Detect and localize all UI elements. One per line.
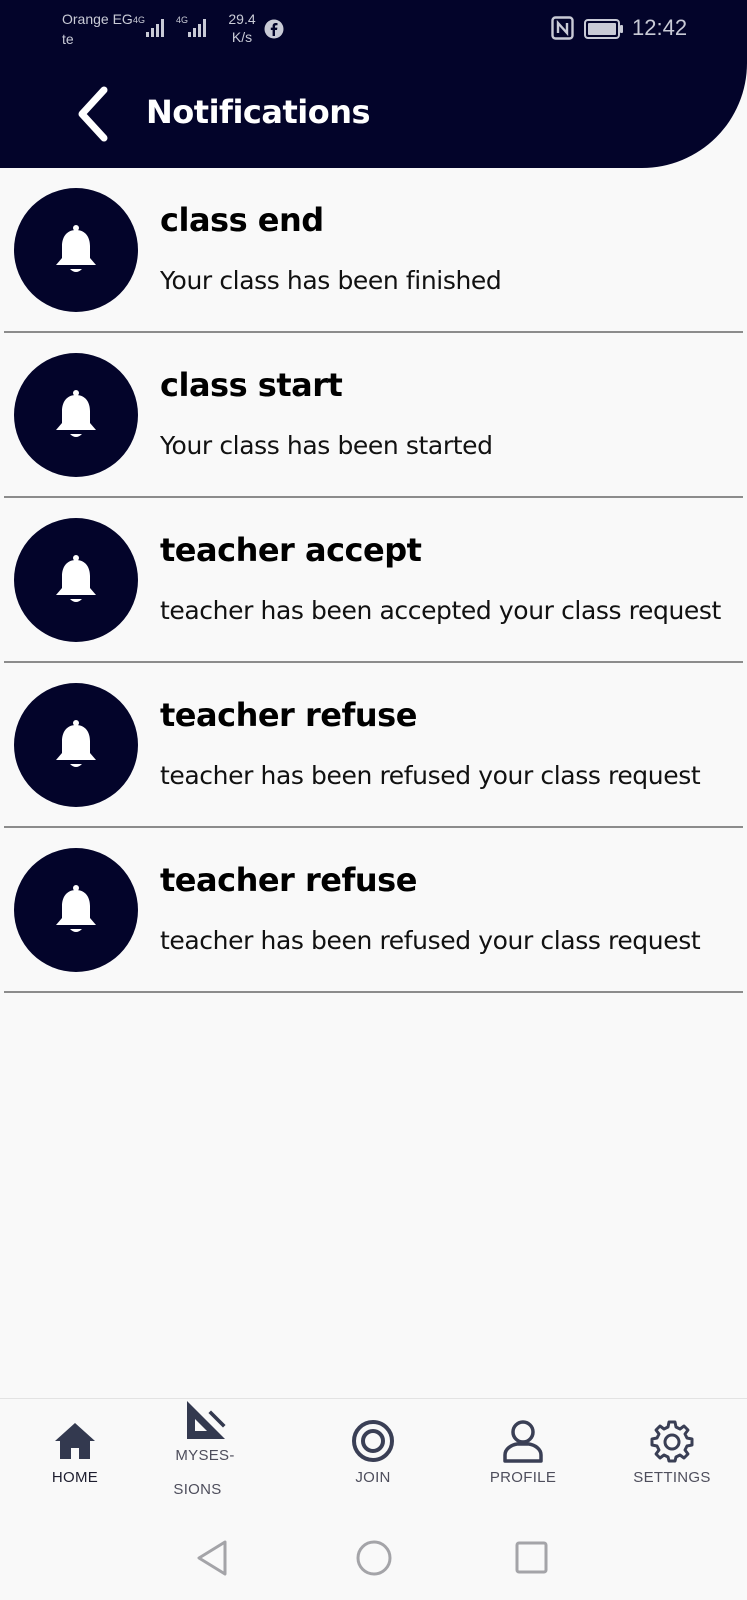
nav-mysessions-label-2: SIONS (173, 1481, 222, 1498)
svg-text:4G: 4G (176, 15, 188, 25)
svg-text:4G: 4G (133, 15, 145, 25)
recents-square-icon[interactable] (512, 1538, 552, 1578)
facebook-icon (264, 19, 284, 39)
signal-4g-icon: 4G (176, 15, 206, 37)
page-title: Notifications (146, 93, 371, 131)
notification-message: Your class has been finished (160, 266, 502, 295)
nav-profile[interactable]: PROFILE (463, 1399, 583, 1509)
system-navigation-bar (0, 1508, 747, 1600)
back-button[interactable] (70, 84, 120, 144)
app-header: Orange EG te 4G 4G 29.4 K/s 12:42 Notifi… (0, 0, 747, 168)
bell-icon (56, 555, 96, 602)
nav-profile-label: PROFILE (489, 1469, 557, 1486)
status-bar: Orange EG te 4G 4G 29.4 K/s 12:42 (0, 0, 747, 56)
nfc-icon (551, 16, 574, 40)
bell-icon (56, 390, 96, 437)
chevron-left-icon (78, 86, 108, 142)
set-square-icon (187, 1401, 227, 1439)
nav-home-label: HOME (51, 1469, 99, 1486)
notification-title: teacher refuse (160, 861, 417, 899)
network-speed-value: 29.4 (228, 11, 256, 27)
nav-settings-label: SETTINGS (633, 1469, 711, 1486)
record-icon (352, 1420, 394, 1462)
notification-message: teacher has been accepted your class req… (160, 596, 721, 625)
notification-message: teacher has been refused your class requ… (160, 926, 701, 955)
user-icon (503, 1420, 543, 1463)
notification-avatar (14, 188, 138, 312)
network-speed: 29.4 K/s (222, 10, 262, 46)
nav-mysessions-label: MYSES- (175, 1447, 235, 1464)
signal-4g-icon: 4G (133, 15, 164, 37)
notification-item[interactable]: class start Your class has been started (0, 333, 747, 498)
gear-icon (650, 1420, 694, 1463)
nav-home[interactable]: HOME (15, 1399, 135, 1509)
notification-avatar (14, 353, 138, 477)
nav-join-label: JOIN (355, 1469, 391, 1486)
bell-icon (56, 885, 96, 932)
notification-list: class end Your class has been finished c… (0, 168, 747, 993)
notification-title: teacher refuse (160, 696, 417, 734)
bottom-nav: HOME MYSES- SIONS JOIN PROFILE SETTINGS (0, 1398, 747, 1509)
nav-join[interactable]: JOIN (313, 1399, 433, 1509)
nav-mysessions[interactable]: MYSES- SIONS (145, 1399, 265, 1509)
notification-title: class start (160, 366, 343, 404)
notification-item[interactable]: teacher refuse teacher has been refused … (0, 828, 747, 993)
notification-avatar (14, 518, 138, 642)
back-triangle-icon[interactable] (193, 1538, 233, 1578)
notification-avatar (14, 848, 138, 972)
home-circle-icon[interactable] (354, 1538, 394, 1578)
network-speed-unit: K/s (231, 29, 253, 45)
home-icon (55, 1423, 95, 1459)
notification-item[interactable]: teacher accept teacher has been accepted… (0, 498, 747, 663)
divider (4, 991, 743, 993)
notification-item[interactable]: teacher refuse teacher has been refused … (0, 663, 747, 828)
notification-title: class end (160, 201, 324, 239)
carrier-name: Orange EG te (62, 11, 133, 47)
bell-icon (56, 225, 96, 272)
notification-title: teacher accept (160, 531, 422, 569)
status-clock: 12:42 (632, 15, 688, 40)
notification-message: teacher has been refused your class requ… (160, 761, 701, 790)
battery-icon (584, 19, 623, 39)
bell-icon (56, 720, 96, 767)
notification-message: Your class has been started (160, 431, 493, 460)
notification-item[interactable]: class end Your class has been finished (0, 168, 747, 333)
nav-settings[interactable]: SETTINGS (612, 1399, 732, 1509)
notification-avatar (14, 683, 138, 807)
